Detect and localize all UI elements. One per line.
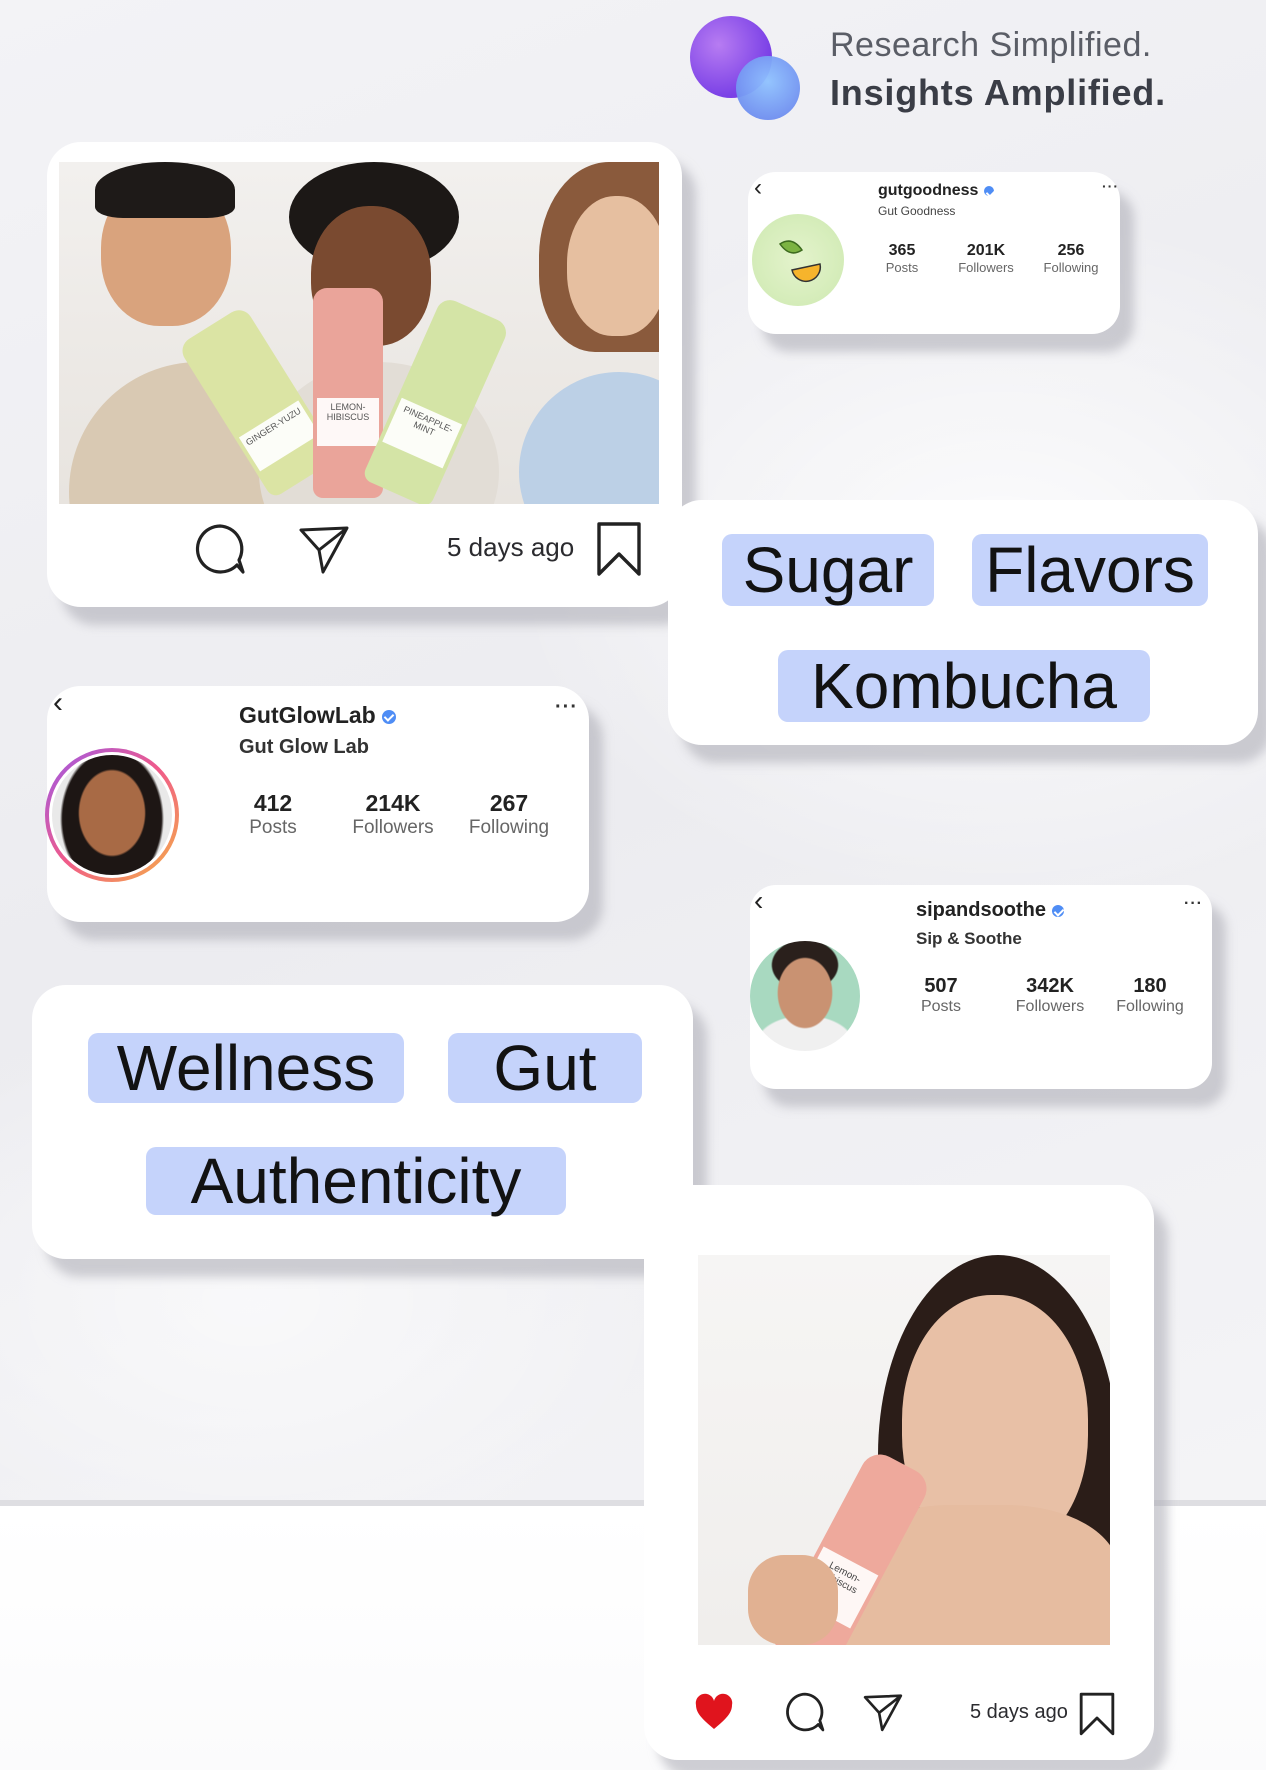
bookmark-icon[interactable] (595, 520, 643, 578)
send-icon[interactable] (862, 1691, 904, 1733)
heart-icon[interactable] (694, 1693, 734, 1731)
verified-badge-icon (381, 709, 396, 724)
brand-orb-secondary-icon (736, 56, 800, 120)
person-shirt (519, 372, 659, 504)
post-action-bar: 5 days ago (644, 1685, 1154, 1755)
avatar (45, 748, 179, 882)
more-icon[interactable]: ··· (1184, 895, 1203, 913)
stat-followers-value: 214K (365, 790, 421, 816)
more-icon[interactable]: ··· (1102, 178, 1119, 194)
avatar-photo (52, 755, 172, 875)
stat-followers[interactable]: 214K Followers (331, 790, 455, 839)
tag-chip[interactable]: Flavors (972, 534, 1208, 606)
verified-badge-icon (1052, 904, 1065, 917)
stat-posts-label: Posts (249, 817, 297, 838)
bottle-label: PINEAPPLE-MINT (382, 397, 463, 469)
tag-chip[interactable]: Authenticity (146, 1147, 566, 1215)
comment-icon[interactable] (193, 522, 247, 576)
stat-posts-value: 412 (253, 790, 293, 816)
profile-handle-text: sipandsoothe (916, 899, 1047, 921)
stat-following-value: 256 (1057, 242, 1085, 259)
verified-badge-icon (984, 185, 995, 196)
stat-following[interactable]: 256 Following (1028, 242, 1114, 275)
comment-icon[interactable] (784, 1691, 826, 1733)
stat-followers-value: 342K (1026, 975, 1074, 997)
post-card-group: GINGER-YUZU LEMON-HIBISCUS PINEAPPLE-MIN… (47, 142, 682, 607)
stat-posts[interactable]: 365 Posts (874, 242, 930, 275)
profile-handle: GutGlowLab (239, 702, 396, 729)
bottle-label: LEMON-HIBISCUS (317, 398, 379, 446)
profile-handle: gutgoodness (878, 182, 995, 200)
stat-followers[interactable]: 342K Followers (998, 975, 1102, 1016)
profile-handle: sipandsoothe (916, 899, 1065, 922)
more-icon[interactable]: ··· (555, 696, 578, 719)
stat-following[interactable]: 267 Following (447, 790, 571, 839)
tag-chip[interactable]: Wellness (88, 1033, 404, 1103)
lemon-leaf-icon (778, 240, 822, 282)
stat-followers-value: 201K (966, 242, 1006, 259)
stat-followers-label: Followers (1015, 998, 1085, 1015)
post-photo-friends-toasting: GINGER-YUZU LEMON-HIBISCUS PINEAPPLE-MIN… (59, 162, 659, 504)
post-timestamp: 5 days ago (970, 1701, 1068, 1723)
bottle-label: GINGER-YUZU (238, 400, 320, 472)
profile-card-sipandsoothe[interactable]: ‹ ··· sipandsoothe Sip & Soothe 507 Post… (750, 885, 1212, 1089)
avatar (750, 941, 860, 1051)
profile-display-name: Sip & Soothe (916, 929, 1022, 948)
stat-posts[interactable]: 412 Posts (233, 790, 313, 839)
profile-display-name: Gut Glow Lab (239, 736, 369, 758)
brand-logo: Research Simplified. Insights Amplified. (690, 16, 1170, 128)
post-photo-woman-drinking: Lemon-Hibiscus (698, 1255, 1110, 1645)
stat-followers-label: Followers (958, 260, 1014, 275)
stat-posts-value: 507 (924, 975, 958, 997)
profile-display-name: Gut Goodness (878, 204, 956, 218)
tag-card-top: Sugar Flavors Kombucha (668, 500, 1258, 745)
avatar (752, 214, 844, 306)
tag-chip[interactable]: Gut (448, 1033, 642, 1103)
stat-following-label: Following (1116, 998, 1184, 1015)
post-action-bar: 5 days ago (47, 522, 682, 592)
profile-handle-text: GutGlowLab (239, 702, 376, 728)
person-face (567, 196, 659, 336)
person-hand (748, 1555, 838, 1645)
send-icon[interactable] (297, 522, 351, 576)
stat-following-label: Following (468, 817, 550, 838)
stat-posts-label: Posts (885, 260, 919, 275)
brand-tagline-1: Research Simplified. (830, 26, 1152, 64)
stat-posts-label: Posts (920, 998, 961, 1015)
chevron-left-icon[interactable]: ‹ (53, 686, 63, 720)
profile-card-gutglowlab[interactable]: ‹ ··· GutGlowLab Gut Glow Lab 412 Posts … (45, 686, 589, 922)
post-timestamp: 5 days ago (447, 532, 575, 562)
bookmark-icon[interactable] (1078, 1691, 1116, 1737)
tag-chip[interactable]: Kombucha (778, 650, 1150, 722)
stat-posts[interactable]: 507 Posts (908, 975, 974, 1016)
tag-card-bottom: Wellness Gut Authenticity (32, 985, 693, 1259)
stat-followers-label: Followers (352, 817, 434, 838)
stat-followers[interactable]: 201K Followers (944, 242, 1028, 275)
brand-tagline-2: Insights Amplified. (830, 72, 1166, 113)
profile-card-gutgoodness[interactable]: ‹ ··· gutgoodness Gut Goodness 365 Posts… (748, 172, 1120, 334)
person-hair (95, 162, 235, 218)
stat-following-value: 267 (489, 790, 529, 816)
stat-posts-value: 365 (888, 242, 916, 259)
stat-following-value: 180 (1133, 975, 1167, 997)
chevron-left-icon[interactable]: ‹ (754, 174, 762, 202)
stat-following-label: Following (1043, 260, 1099, 275)
profile-handle-text: gutgoodness (878, 182, 979, 199)
chevron-left-icon[interactable]: ‹ (754, 885, 763, 917)
stat-following[interactable]: 180 Following (1098, 975, 1202, 1016)
post-card-woman-drinking: Lemon-Hibiscus 5 days ago (644, 1185, 1154, 1760)
tag-chip[interactable]: Sugar (722, 534, 934, 606)
